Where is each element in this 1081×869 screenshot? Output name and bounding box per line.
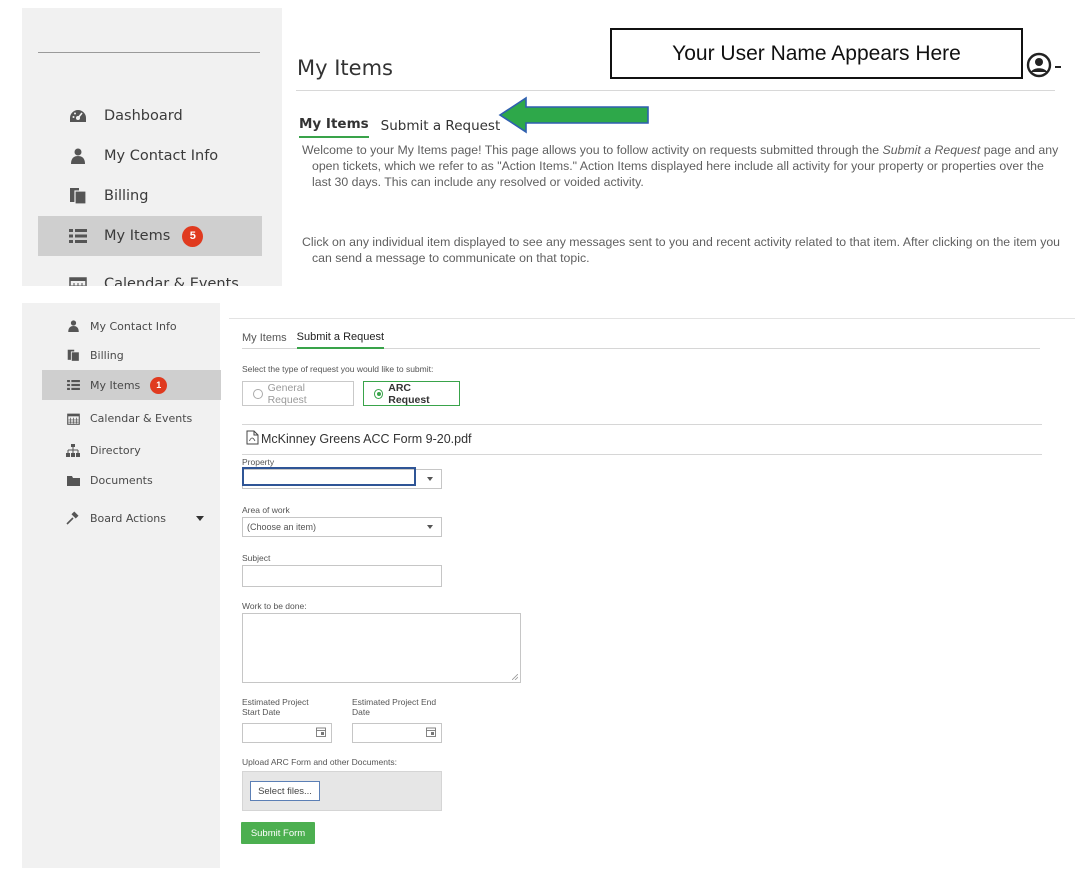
intro-paragraph-1: Welcome to your My Items page! This page… <box>302 143 1059 189</box>
sidebar-item-label: My Contact Info <box>90 319 177 333</box>
sidebar-item-label: My Contact Info <box>104 148 219 164</box>
calendar-icon <box>68 274 88 286</box>
submit-form-button[interactable]: Submit Form <box>241 822 315 844</box>
sidebar-item-board-actions[interactable]: Board Actions <box>42 503 221 533</box>
subject-label: Subject <box>242 553 271 563</box>
area-of-work-label: Area of work <box>242 505 290 515</box>
intro-text: Welcome to your My Items page! This page… <box>301 142 1061 310</box>
sidebar-item-label: Billing <box>90 348 124 362</box>
username-callout: Your User Name Appears Here <box>610 28 1023 79</box>
sidebar-item-label: Dashboard <box>104 108 183 124</box>
billing-icon <box>68 186 88 206</box>
sidebar-item-billing[interactable]: Billing <box>42 340 221 370</box>
area-of-work-value: (Choose an item) <box>247 522 317 532</box>
calendar-icon <box>66 411 80 425</box>
start-date-label: Estimated Project Start Date <box>242 697 309 717</box>
upload-dropzone[interactable]: Select files... <box>242 771 442 811</box>
sidebar-item-label: Documents <box>90 473 153 487</box>
sidebar-item-my-contact-info[interactable]: My Contact Info <box>40 136 260 176</box>
chevron-down-icon <box>427 477 433 481</box>
user-icon <box>68 146 88 166</box>
sidebar-item-my-items[interactable]: My Items 1 <box>42 370 221 400</box>
tab-submit-request[interactable]: Submit a Request <box>381 118 501 138</box>
sitemap-icon <box>66 443 80 457</box>
list-icon <box>66 378 80 392</box>
sidebar-item-label: Calendar & Events <box>90 411 193 425</box>
pointer-arrow <box>498 96 652 139</box>
select-files-button[interactable]: Select files... <box>250 781 320 801</box>
option-label: General Request <box>267 381 307 406</box>
chevron-down-icon <box>196 515 205 521</box>
attachment-divider-top <box>242 424 1042 425</box>
tab-my-items[interactable]: My Items <box>299 116 369 138</box>
sidebar-item-calendar-events[interactable]: Calendar & Events <box>40 264 260 286</box>
folder-icon <box>66 473 80 487</box>
sidebar-item-dashboard[interactable]: Dashboard <box>40 96 260 136</box>
pdf-file-icon <box>246 430 259 448</box>
calendar-picker-icon[interactable] <box>316 724 326 742</box>
work-to-be-done-label: Work to be done: <box>242 601 307 611</box>
top-tabs: My Items Submit a Request <box>299 116 512 138</box>
tachometer-icon <box>68 106 88 126</box>
user-icon <box>66 319 80 333</box>
start-date-input[interactable] <box>242 723 332 743</box>
attachment-divider-bottom <box>242 454 1042 455</box>
bottom-tabs: My Items Submit a Request <box>242 330 1040 349</box>
resize-handle-icon[interactable] <box>512 674 518 680</box>
attachment-link[interactable]: McKinney Greens ACC Form 9-20.pdf <box>246 430 472 448</box>
list-icon <box>68 226 88 246</box>
chevron-down-icon <box>1052 59 1064 77</box>
billing-icon <box>66 348 80 362</box>
tab-my-items[interactable]: My Items <box>242 332 287 348</box>
user-avatar-icon <box>1026 52 1052 83</box>
property-label: Property <box>242 457 275 467</box>
title-divider <box>296 90 1055 91</box>
sidebar-item-my-items[interactable]: My Items 5 <box>38 216 262 256</box>
item-count-badge: 1 <box>150 376 168 394</box>
header-divider <box>229 318 1075 319</box>
calendar-picker-icon[interactable] <box>426 724 436 742</box>
subject-input[interactable] <box>242 565 442 587</box>
end-date-input[interactable] <box>352 723 442 743</box>
end-date-label: Estimated Project End Date <box>352 697 437 717</box>
sidebar-item-my-contact-info[interactable]: My Contact Info <box>42 311 221 341</box>
item-count-badge: 5 <box>182 225 204 247</box>
sidebar-item-directory[interactable]: Directory <box>42 435 221 465</box>
area-of-work-select[interactable]: (Choose an item) <box>242 517 442 537</box>
tab-submit-request[interactable]: Submit a Request <box>296 331 385 349</box>
general-request-option[interactable]: General Request <box>242 381 354 406</box>
sidebar-divider <box>38 52 260 53</box>
sidebar-item-label: My Items <box>104 228 171 244</box>
sidebar-item-documents[interactable]: Documents <box>42 465 221 495</box>
upload-label: Upload ARC Form and other Documents: <box>242 757 397 767</box>
option-label: ARC Request <box>388 381 430 406</box>
work-to-be-done-textarea[interactable] <box>242 613 521 683</box>
gavel-icon <box>66 511 80 525</box>
sidebar-item-label: My Items <box>90 378 141 392</box>
bottom-sidebar: My Contact Info Billing My Items 1 Calen… <box>22 303 221 868</box>
sidebar-item-calendar-events[interactable]: Calendar & Events <box>42 403 221 433</box>
radio-general[interactable] <box>253 388 263 399</box>
sidebar-item-label: Billing <box>104 188 149 204</box>
request-type-prompt: Select the type of request you would lik… <box>242 364 434 374</box>
attachment-name: McKinney Greens ACC Form 9-20.pdf <box>261 432 472 446</box>
sidebar-item-billing[interactable]: Billing <box>40 176 260 216</box>
chevron-down-icon <box>427 525 433 529</box>
arc-request-option[interactable]: ARC Request <box>363 381 460 406</box>
sidebar-item-label: Board Actions <box>90 511 167 525</box>
page-title: My Items <box>297 56 393 80</box>
intro-paragraph-2: Click on any individual item displayed t… <box>302 235 1061 265</box>
radio-arc[interactable] <box>374 388 384 399</box>
top-sidebar: Dashboard My Contact Info Billing My Ite… <box>22 8 282 286</box>
sidebar-item-label: Calendar & Events <box>104 276 239 286</box>
sidebar-item-label: Directory <box>90 443 141 457</box>
user-menu[interactable] <box>1026 52 1064 83</box>
property-focus-ring <box>242 467 416 486</box>
